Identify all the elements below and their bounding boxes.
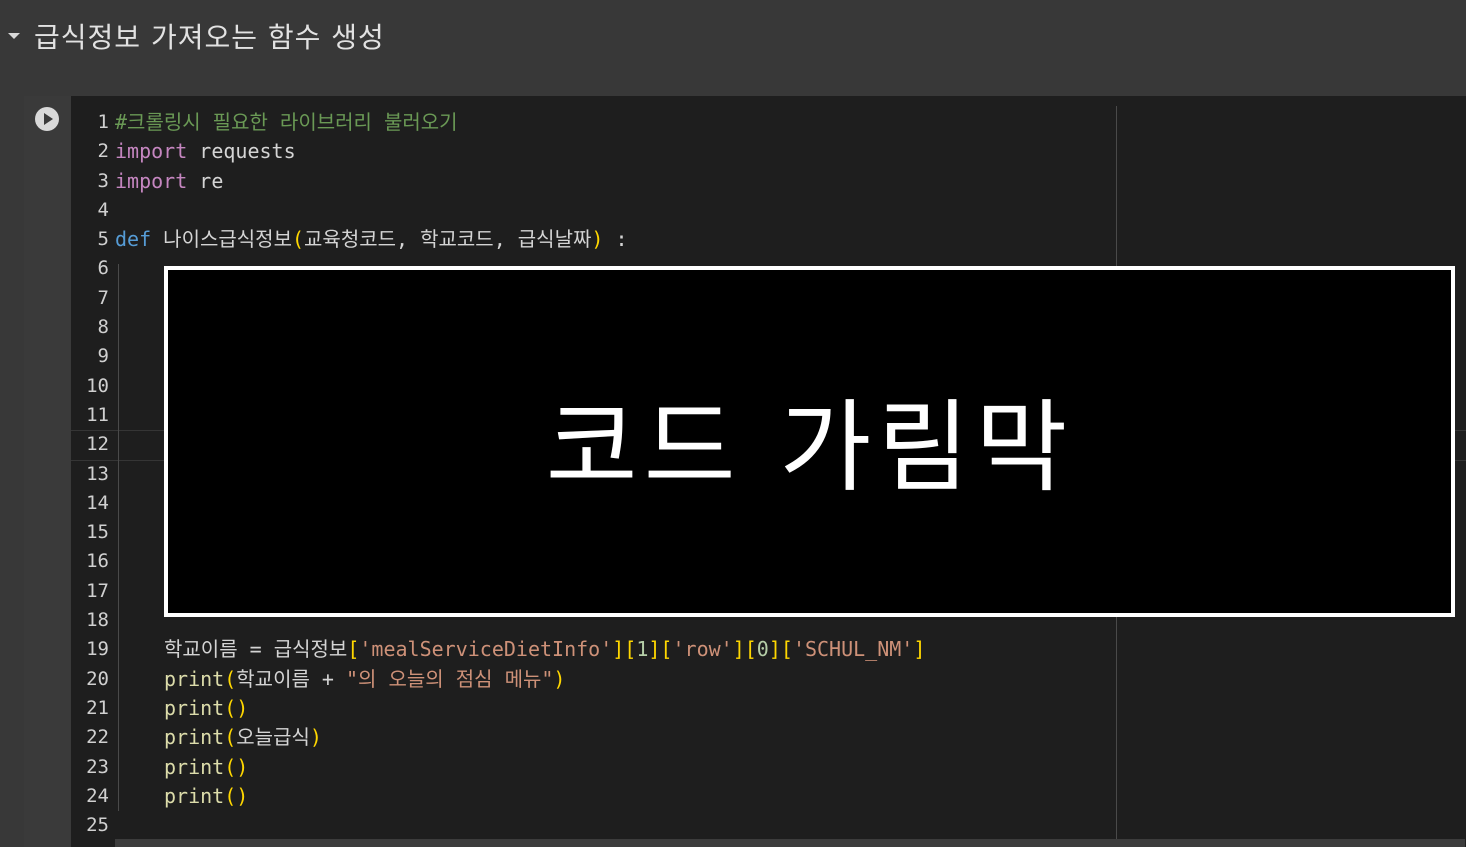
- line-number: 24: [86, 784, 109, 807]
- line-number: 23: [86, 755, 109, 778]
- bracket-token: ): [309, 725, 322, 750]
- keyword-token: import: [115, 139, 188, 164]
- code-line: 학교이름 = 급식정보['mealServiceDietInfo'][1]['r…: [115, 635, 1115, 664]
- line-number: 11: [86, 403, 109, 426]
- function-token: print: [164, 725, 225, 750]
- section-header: 급식정보 가져오는 함수 생성: [0, 0, 1466, 72]
- string-token: "의 오늘의 점심 메뉴": [346, 666, 554, 691]
- bracket-token: (): [224, 695, 249, 720]
- code-line: def 나이스급식정보(교육청코드, 학교코드, 급식날짜) :: [115, 225, 1115, 254]
- bracket-token: ): [553, 666, 566, 691]
- assignment-token: 학교이름 = 급식정보: [164, 637, 348, 662]
- function-token: print: [164, 666, 225, 691]
- line-number: 16: [86, 550, 109, 573]
- horizontal-scrollbar[interactable]: [115, 839, 1465, 847]
- line-number: 22: [86, 726, 109, 749]
- bracket-token: ][: [768, 637, 793, 662]
- bracket-token: [: [347, 637, 360, 662]
- line-number: 10: [86, 374, 109, 397]
- line-number: 17: [86, 579, 109, 602]
- code-line: print(학교이름 + "의 오늘의 점심 메뉴"): [115, 665, 1115, 694]
- bracket-token: (): [224, 783, 249, 808]
- line-number: 13: [86, 462, 109, 485]
- line-number: 21: [86, 696, 109, 719]
- arg-token: 학교이름 +: [236, 666, 346, 691]
- line-number: 1: [97, 111, 109, 133]
- code-line: print(): [115, 782, 1115, 811]
- line-number: 25: [86, 814, 109, 837]
- overlay-text: 코드 가림막: [545, 389, 1074, 506]
- code-line: print(): [115, 694, 1115, 723]
- line-number: 5: [97, 228, 109, 251]
- line-number: 19: [86, 638, 109, 661]
- code-line: #크롤링시 필요한 라이브러리 불러오기: [115, 108, 1115, 137]
- string-token: 'SCHUL_NM': [792, 637, 914, 662]
- code-line: print(오늘급식): [115, 723, 1115, 752]
- string-token: 'row': [672, 637, 733, 662]
- line-number: 14: [86, 491, 109, 514]
- cell-gutter: [24, 96, 71, 847]
- bracket-token: ]: [913, 637, 926, 662]
- bracket-token: (): [224, 754, 249, 779]
- function-token: print: [164, 754, 225, 779]
- line-number: 9: [97, 345, 109, 368]
- comment-token: #크롤링시 필요한 라이브러리 불러오기: [115, 110, 458, 134]
- line-number: 2: [97, 140, 109, 163]
- line-number: 6: [97, 257, 109, 280]
- line-numbers: 1 2 3 4 5 6 7 8 9 10 11 12 13 14 15 16 1…: [71, 108, 109, 840]
- def-keyword-token: def: [115, 227, 152, 252]
- function-name-token: 나이스급식정보: [151, 227, 292, 252]
- params-token: 교육청코드, 학교코드, 급식날짜: [304, 227, 592, 252]
- module-token: re: [187, 168, 224, 193]
- code-cover-overlay: 코드 가림막: [164, 266, 1455, 617]
- bracket-token: ][: [612, 637, 637, 662]
- line-number: 18: [86, 609, 109, 632]
- bracket-token: ][: [732, 637, 757, 662]
- module-token: requests: [187, 139, 296, 164]
- bracket-token: ][: [648, 637, 673, 662]
- colon-token: :: [603, 227, 628, 252]
- section-title[interactable]: 급식정보 가져오는 함수 생성: [34, 16, 385, 56]
- play-icon[interactable]: [35, 107, 59, 131]
- line-number: 7: [97, 286, 109, 309]
- number-token: 1: [636, 637, 649, 662]
- arg-token: 오늘급식: [236, 725, 310, 750]
- code-line: import re: [115, 167, 1115, 196]
- code-line: import requests: [115, 137, 1115, 166]
- line-number: 12: [86, 433, 109, 456]
- line-number: 20: [86, 667, 109, 690]
- caret-down-icon[interactable]: [8, 33, 20, 39]
- function-token: print: [164, 783, 225, 808]
- line-number: 3: [97, 169, 109, 192]
- string-token: 'mealServiceDietInfo': [359, 637, 613, 662]
- function-token: print: [164, 695, 225, 720]
- line-number: 4: [97, 198, 109, 221]
- code-line: print(): [115, 753, 1115, 782]
- line-number: 15: [86, 521, 109, 544]
- number-token: 0: [756, 637, 769, 662]
- bracket-token: (: [224, 725, 237, 750]
- bracket-token: (: [224, 666, 237, 691]
- keyword-token: import: [115, 168, 188, 193]
- line-number: 8: [97, 316, 109, 339]
- bracket-token: ): [591, 227, 604, 252]
- bracket-token: (: [291, 227, 305, 252]
